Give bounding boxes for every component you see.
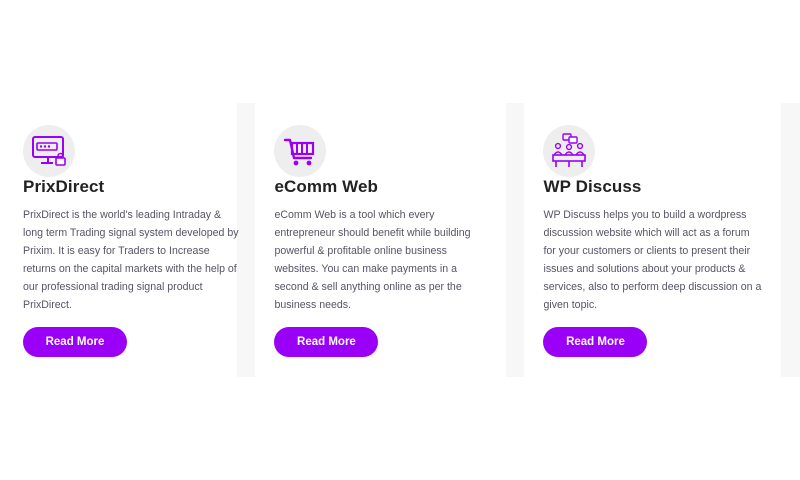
product-card-wp-discuss: WP Discuss WP Discuss helps you to build… [524, 103, 782, 377]
card-description: WP Discuss helps you to build a wordpres… [543, 209, 762, 311]
card-title: PrixDirect [23, 177, 105, 196]
read-more-button[interactable]: Read More [543, 327, 648, 357]
monitor-password-lock-icon [23, 125, 75, 177]
card-title: WP Discuss [543, 177, 642, 196]
card-divider [781, 103, 800, 377]
discussion-group-icon [543, 125, 596, 177]
card-description: eComm Web is a tool which every entrepre… [274, 209, 471, 311]
card-divider [505, 103, 525, 377]
card-title: eComm Web [274, 177, 378, 196]
shopping-cart-icon [274, 125, 327, 177]
page: PrixDirect PrixDirect is the world's lea… [0, 0, 800, 480]
read-more-button[interactable]: Read More [274, 327, 379, 357]
product-cards-row: PrixDirect PrixDirect is the world's lea… [0, 103, 800, 377]
read-more-button[interactable]: Read More [23, 327, 127, 357]
product-card-prixdirect: PrixDirect PrixDirect is the world's lea… [0, 103, 239, 377]
product-card-ecomm-web: eComm Web eComm Web is a tool which ever… [255, 103, 506, 377]
card-description: PrixDirect is the world's leading Intrad… [23, 209, 239, 311]
